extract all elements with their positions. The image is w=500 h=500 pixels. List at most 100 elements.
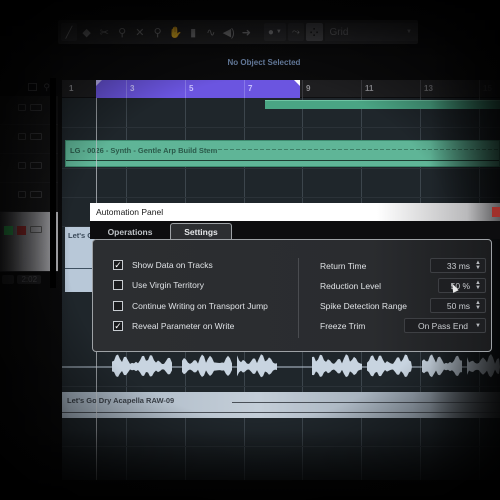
hand-icon: ✋ [168,26,183,39]
track-separator [62,197,500,198]
ruler-bar-label: 9 [302,80,310,98]
grid-type-value: Grid [329,26,349,38]
comp-icon: ▮ [190,26,197,39]
reduction-level-spinbox[interactable]: 50 % ▲ ▼ [438,278,486,293]
tab-operations[interactable]: Operations [95,224,165,239]
automation-event[interactable] [265,100,500,109]
toolbar: ╱ ◆ ✂ ⚲ ✕ ⚲ ✋ ▮ ∿ ◀) ➜ ● ▼ ⤳ ⁘ Grid ▼ [58,20,418,44]
folder-icon[interactable] [28,83,38,91]
track-separator [62,386,500,387]
warp-tool-button[interactable]: ➜ [239,23,255,41]
line-tool-button[interactable]: ∿ [203,23,219,41]
erase-tool-button[interactable]: ◆ [79,23,95,41]
status-text: No Object Selected [227,57,301,67]
warp-icon: ➜ [241,26,251,39]
speaker-icon: ◀) [222,26,235,39]
track-options-button[interactable] [30,104,42,111]
grid-type-select[interactable]: Grid ▼ [324,23,418,41]
auto-scroll-button[interactable]: ⤳ [287,23,304,41]
spin-arrows-icon[interactable]: ▲ ▼ [475,280,481,291]
track-divider [50,78,56,288]
draw-tool-button[interactable]: ╱ [61,23,77,41]
comp-tool-button[interactable]: ▮ [185,23,201,41]
reduction-level-label: Reduction Level [320,281,381,291]
spin-arrows-icon[interactable]: ▲ ▼ [475,260,481,271]
cycle-left-marker[interactable] [96,80,102,86]
ruler-bar-label: 11 [361,80,373,98]
track-options-button[interactable] [30,162,42,169]
check-icon: ✓ [114,259,122,270]
cycle-range[interactable]: 3 5 7 [96,80,300,98]
scissors-icon: ✂ [99,26,109,39]
checkbox[interactable]: ✓ [113,321,123,331]
magnifier-icon: ⚲ [153,26,162,39]
event-name: LG - 0026 - Synth - Gentle Arp Build Ste… [70,146,218,155]
play-tool-button[interactable]: ◀) [221,23,237,41]
monitor-button[interactable] [17,226,26,235]
chevron-down-icon: ▼ [406,29,412,35]
track-separator [62,127,500,128]
checkbox-label: Reveal Parameter on Write [132,321,235,331]
checkbox-label: Continue Writing on Transport Jump [132,301,268,311]
checkbox[interactable] [113,280,123,290]
ruler[interactable]: 1 3 5 7 9 11 13 15 [62,80,500,98]
vocal-waveform [62,354,500,378]
freeze-trim-label: Freeze Trim [320,321,366,331]
freeze-trim-select[interactable]: On Pass End ▼ [404,318,486,333]
dialog-title-bar[interactable]: Automation Panel [90,203,500,221]
close-button[interactable] [492,207,500,217]
spin-arrows-icon[interactable]: ▲ ▼ [475,300,481,311]
spin-value: 33 ms [446,260,471,271]
wave-line-icon: ∿ [206,26,216,39]
snap-icon: ⁘ [309,26,319,39]
snap-toggle-button[interactable]: ⁘ [305,23,323,41]
monitor-button[interactable] [18,133,26,140]
split-tool-button[interactable]: ✂ [97,23,113,41]
reveal-parameter-option[interactable]: ✓ Reveal Parameter on Write [113,321,234,331]
audio-event-acapella[interactable]: Let's Go Dry Acapella RAW-09 [62,392,500,418]
check-icon: ✓ [114,320,122,331]
auto-scroll-icon: ⤳ [291,26,300,38]
monitor-button[interactable] [18,191,26,198]
event-baseline [232,402,500,403]
track-separator [62,446,500,447]
monitor-button[interactable] [18,162,26,169]
event-baseline [62,412,500,413]
info-line: No Object Selected [58,52,500,72]
tab-settings[interactable]: Settings [170,223,232,240]
mute-tool-button[interactable]: ✕ [132,23,148,41]
eraser-icon: ◆ [82,26,91,39]
checkbox-label: Use Virgin Territory [132,280,204,290]
monitor-button[interactable] [18,104,26,111]
use-virgin-territory-option[interactable]: Use Virgin Territory [113,280,204,290]
track-options-button[interactable] [30,191,42,198]
checkbox[interactable] [113,301,123,311]
time-field: 2:02 [17,274,42,284]
spin-value: 50 ms [446,300,471,311]
checkbox[interactable]: ✓ [113,260,123,270]
glue-tool-button[interactable]: ⚲ [114,23,130,41]
column-divider [298,258,299,338]
waveform-shape [112,354,500,378]
search-icon[interactable]: ⚲ [43,82,50,93]
record-enable-button[interactable] [4,226,13,235]
cubase-project-window: ╱ ◆ ✂ ⚲ ✕ ⚲ ✋ ▮ ∿ ◀) ➜ ● ▼ ⤳ ⁘ Grid ▼ No… [0,0,500,500]
ruler-bar-label: 1 [69,84,74,93]
return-time-spinbox[interactable]: 33 ms ▲ ▼ [430,258,486,273]
dialog-tabs: Operations Settings [90,221,500,240]
audio-event-synth[interactable]: LG - 0026 - Synth - Gentle Arp Build Ste… [65,140,500,167]
hand-tool-button[interactable]: ✋ [168,23,184,41]
ruler-bar-label: 3 [126,80,134,98]
color-menu-button[interactable]: ● ▼ [263,23,286,41]
continue-writing-option[interactable]: Continue Writing on Transport Jump [113,301,268,311]
ruler-bar-label: 15 [479,80,492,98]
show-data-on-tracks-option[interactable]: ✓ Show Data on Tracks [113,260,213,270]
zoom-tool-button[interactable]: ⚲ [150,23,166,41]
track-separator [62,168,500,169]
track-options-button[interactable] [30,133,42,140]
track-options-button[interactable] [30,226,42,233]
cycle-right-marker[interactable] [294,80,300,86]
ruler-bar-label: 5 [185,80,193,98]
spike-detection-spinbox[interactable]: 50 ms ▲ ▼ [430,298,486,313]
chevron-down-icon: ▼ [275,29,282,35]
